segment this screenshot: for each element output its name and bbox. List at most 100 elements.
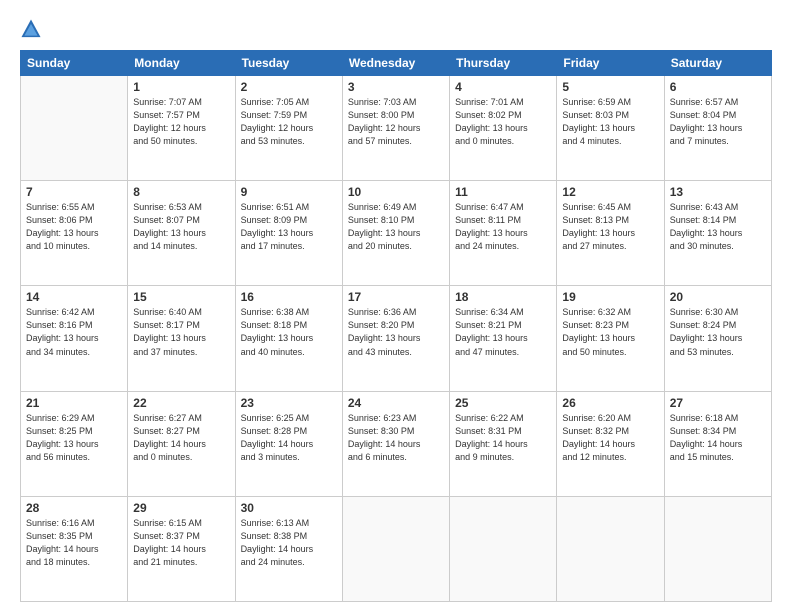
day-info: Sunrise: 6:47 AM Sunset: 8:11 PM Dayligh… xyxy=(455,201,551,253)
day-cell xyxy=(450,496,557,601)
day-number: 29 xyxy=(133,501,229,515)
day-number: 28 xyxy=(26,501,122,515)
logo-icon xyxy=(20,18,42,40)
day-cell: 16 Sunrise: 6:38 AM Sunset: 8:18 PM Dayli… xyxy=(235,286,342,391)
day-info: Sunrise: 6:32 AM Sunset: 8:23 PM Dayligh… xyxy=(562,306,658,358)
day-info: Sunrise: 7:05 AM Sunset: 7:59 PM Dayligh… xyxy=(241,96,337,148)
day-cell: 22 Sunrise: 6:27 AM Sunset: 8:27 PM Dayli… xyxy=(128,391,235,496)
day-cell: 20 Sunrise: 6:30 AM Sunset: 8:24 PM Dayli… xyxy=(664,286,771,391)
day-info: Sunrise: 6:30 AM Sunset: 8:24 PM Dayligh… xyxy=(670,306,766,358)
day-cell xyxy=(342,496,449,601)
day-number: 1 xyxy=(133,80,229,94)
header-cell-sunday: Sunday xyxy=(21,51,128,76)
day-number: 12 xyxy=(562,185,658,199)
day-info: Sunrise: 6:13 AM Sunset: 8:38 PM Dayligh… xyxy=(241,517,337,569)
day-number: 25 xyxy=(455,396,551,410)
day-info: Sunrise: 6:20 AM Sunset: 8:32 PM Dayligh… xyxy=(562,412,658,464)
day-number: 11 xyxy=(455,185,551,199)
logo xyxy=(20,18,46,40)
header-cell-wednesday: Wednesday xyxy=(342,51,449,76)
header-cell-tuesday: Tuesday xyxy=(235,51,342,76)
day-info: Sunrise: 6:29 AM Sunset: 8:25 PM Dayligh… xyxy=(26,412,122,464)
calendar-table: SundayMondayTuesdayWednesdayThursdayFrid… xyxy=(20,50,772,602)
day-number: 21 xyxy=(26,396,122,410)
day-info: Sunrise: 6:59 AM Sunset: 8:03 PM Dayligh… xyxy=(562,96,658,148)
calendar-header: SundayMondayTuesdayWednesdayThursdayFrid… xyxy=(21,51,772,76)
day-cell: 24Sunrise: 6:23 AM Sunset: 8:30 PM Dayli… xyxy=(342,391,449,496)
day-info: Sunrise: 6:53 AM Sunset: 8:07 PM Dayligh… xyxy=(133,201,229,253)
day-number: 6 xyxy=(670,80,766,94)
day-cell: 5 Sunrise: 6:59 AM Sunset: 8:03 PM Daylig… xyxy=(557,76,664,181)
day-number: 20 xyxy=(670,290,766,304)
day-number: 19 xyxy=(562,290,658,304)
week-row-3: 21 Sunrise: 6:29 AM Sunset: 8:25 PM Dayli… xyxy=(21,391,772,496)
day-cell: 26 Sunrise: 6:20 AM Sunset: 8:32 PM Dayli… xyxy=(557,391,664,496)
week-row-2: 14 Sunrise: 6:42 AM Sunset: 8:16 PM Dayli… xyxy=(21,286,772,391)
day-info: Sunrise: 6:42 AM Sunset: 8:16 PM Dayligh… xyxy=(26,306,122,358)
day-info: Sunrise: 7:07 AM Sunset: 7:57 PM Dayligh… xyxy=(133,96,229,148)
day-number: 26 xyxy=(562,396,658,410)
day-cell: 28 Sunrise: 6:16 AM Sunset: 8:35 PM Dayli… xyxy=(21,496,128,601)
day-number: 14 xyxy=(26,290,122,304)
header-row: SundayMondayTuesdayWednesdayThursdayFrid… xyxy=(21,51,772,76)
week-row-4: 28 Sunrise: 6:16 AM Sunset: 8:35 PM Dayli… xyxy=(21,496,772,601)
header-cell-saturday: Saturday xyxy=(664,51,771,76)
day-number: 16 xyxy=(241,290,337,304)
day-number: 18 xyxy=(455,290,551,304)
day-info: Sunrise: 6:23 AM Sunset: 8:30 PM Dayligh… xyxy=(348,412,444,464)
day-number: 30 xyxy=(241,501,337,515)
day-cell: 10 Sunrise: 6:49 AM Sunset: 8:10 PM Dayli… xyxy=(342,181,449,286)
day-info: Sunrise: 6:38 AM Sunset: 8:18 PM Dayligh… xyxy=(241,306,337,358)
day-info: Sunrise: 6:55 AM Sunset: 8:06 PM Dayligh… xyxy=(26,201,122,253)
day-number: 10 xyxy=(348,185,444,199)
day-cell: 13Sunrise: 6:43 AM Sunset: 8:14 PM Dayli… xyxy=(664,181,771,286)
day-number: 22 xyxy=(133,396,229,410)
header-cell-friday: Friday xyxy=(557,51,664,76)
day-info: Sunrise: 6:15 AM Sunset: 8:37 PM Dayligh… xyxy=(133,517,229,569)
day-info: Sunrise: 6:36 AM Sunset: 8:20 PM Dayligh… xyxy=(348,306,444,358)
day-cell: 29 Sunrise: 6:15 AM Sunset: 8:37 PM Dayli… xyxy=(128,496,235,601)
day-cell: 14 Sunrise: 6:42 AM Sunset: 8:16 PM Dayli… xyxy=(21,286,128,391)
day-number: 9 xyxy=(241,185,337,199)
day-cell: 30 Sunrise: 6:13 AM Sunset: 8:38 PM Dayli… xyxy=(235,496,342,601)
day-cell: 4 Sunrise: 7:01 AM Sunset: 8:02 PM Daylig… xyxy=(450,76,557,181)
day-cell: 9 Sunrise: 6:51 AM Sunset: 8:09 PM Daylig… xyxy=(235,181,342,286)
day-info: Sunrise: 7:03 AM Sunset: 8:00 PM Dayligh… xyxy=(348,96,444,148)
day-cell: 2Sunrise: 7:05 AM Sunset: 7:59 PM Daylig… xyxy=(235,76,342,181)
day-number: 23 xyxy=(241,396,337,410)
day-cell: 11 Sunrise: 6:47 AM Sunset: 8:11 PM Dayli… xyxy=(450,181,557,286)
day-cell: 6 Sunrise: 6:57 AM Sunset: 8:04 PM Daylig… xyxy=(664,76,771,181)
day-cell: 8Sunrise: 6:53 AM Sunset: 8:07 PM Daylig… xyxy=(128,181,235,286)
day-info: Sunrise: 6:27 AM Sunset: 8:27 PM Dayligh… xyxy=(133,412,229,464)
day-cell: 27 Sunrise: 6:18 AM Sunset: 8:34 PM Dayli… xyxy=(664,391,771,496)
day-cell: 19 Sunrise: 6:32 AM Sunset: 8:23 PM Dayli… xyxy=(557,286,664,391)
day-info: Sunrise: 7:01 AM Sunset: 8:02 PM Dayligh… xyxy=(455,96,551,148)
day-info: Sunrise: 6:40 AM Sunset: 8:17 PM Dayligh… xyxy=(133,306,229,358)
day-cell xyxy=(664,496,771,601)
day-info: Sunrise: 6:34 AM Sunset: 8:21 PM Dayligh… xyxy=(455,306,551,358)
day-number: 27 xyxy=(670,396,766,410)
day-info: Sunrise: 6:18 AM Sunset: 8:34 PM Dayligh… xyxy=(670,412,766,464)
page: SundayMondayTuesdayWednesdayThursdayFrid… xyxy=(0,0,792,612)
day-cell xyxy=(21,76,128,181)
day-number: 17 xyxy=(348,290,444,304)
day-info: Sunrise: 6:45 AM Sunset: 8:13 PM Dayligh… xyxy=(562,201,658,253)
day-info: Sunrise: 6:57 AM Sunset: 8:04 PM Dayligh… xyxy=(670,96,766,148)
week-row-1: 7Sunrise: 6:55 AM Sunset: 8:06 PM Daylig… xyxy=(21,181,772,286)
day-info: Sunrise: 6:16 AM Sunset: 8:35 PM Dayligh… xyxy=(26,517,122,569)
week-row-0: 1 Sunrise: 7:07 AM Sunset: 7:57 PM Daylig… xyxy=(21,76,772,181)
day-number: 4 xyxy=(455,80,551,94)
day-info: Sunrise: 6:51 AM Sunset: 8:09 PM Dayligh… xyxy=(241,201,337,253)
day-cell: 21 Sunrise: 6:29 AM Sunset: 8:25 PM Dayli… xyxy=(21,391,128,496)
day-number: 5 xyxy=(562,80,658,94)
day-info: Sunrise: 6:22 AM Sunset: 8:31 PM Dayligh… xyxy=(455,412,551,464)
day-number: 3 xyxy=(348,80,444,94)
day-cell: 7Sunrise: 6:55 AM Sunset: 8:06 PM Daylig… xyxy=(21,181,128,286)
day-cell xyxy=(557,496,664,601)
day-cell: 15Sunrise: 6:40 AM Sunset: 8:17 PM Dayli… xyxy=(128,286,235,391)
header-cell-monday: Monday xyxy=(128,51,235,76)
calendar-body: 1 Sunrise: 7:07 AM Sunset: 7:57 PM Daylig… xyxy=(21,76,772,602)
day-info: Sunrise: 6:49 AM Sunset: 8:10 PM Dayligh… xyxy=(348,201,444,253)
day-cell: 18 Sunrise: 6:34 AM Sunset: 8:21 PM Dayli… xyxy=(450,286,557,391)
day-cell: 1 Sunrise: 7:07 AM Sunset: 7:57 PM Daylig… xyxy=(128,76,235,181)
